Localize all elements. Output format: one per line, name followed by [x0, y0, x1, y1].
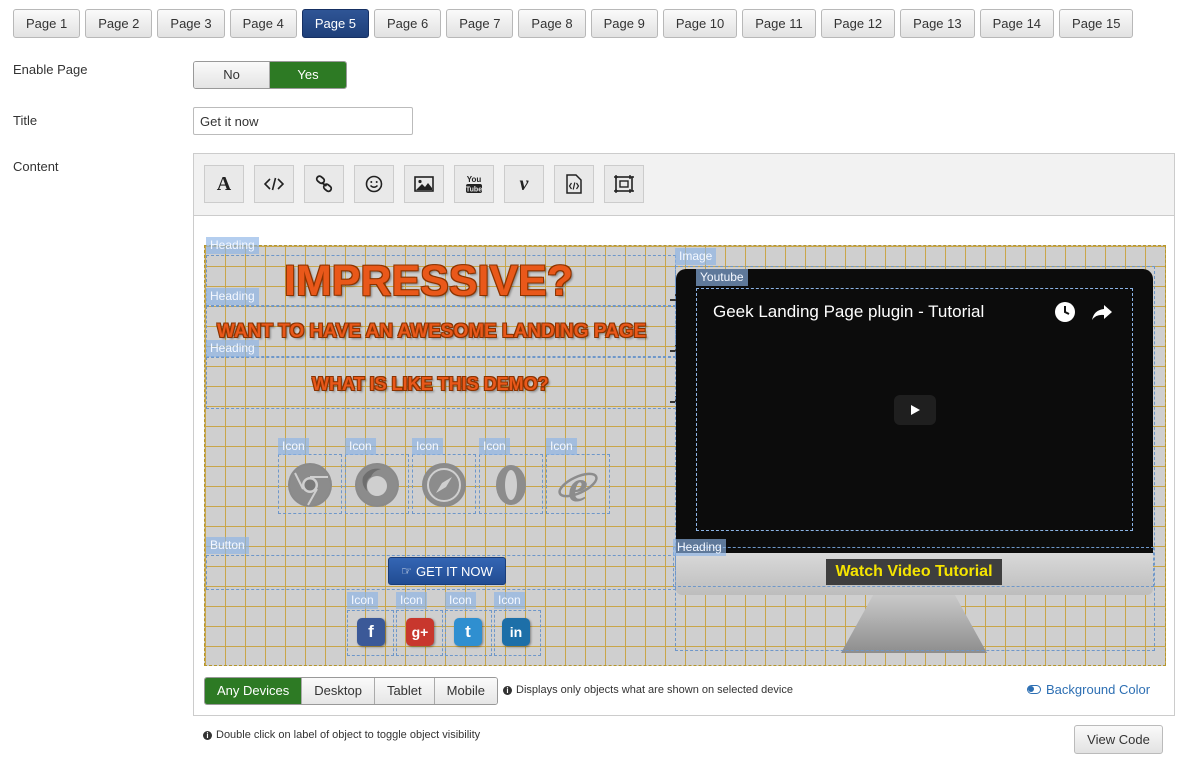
info-icon: i [503, 685, 512, 695]
heading-label-4[interactable]: Heading [673, 539, 726, 556]
footer-hint: i Double click on label of object to tog… [203, 729, 480, 741]
get-it-now-label: GET IT NOW [415, 563, 493, 579]
enable-no-button[interactable]: No [194, 62, 270, 88]
heading-demo: WHAT IS LIKE THIS DEMO? [312, 374, 549, 394]
icon-label[interactable]: Icon [445, 592, 476, 609]
tab-page-15[interactable]: Page 15 [1059, 9, 1134, 38]
svg-text:Tube: Tube [466, 187, 482, 194]
watch-later-icon[interactable] [1055, 302, 1075, 322]
frame-icon[interactable] [604, 165, 644, 203]
page-tabs: Page 1 Page 2 Page 3 Page 4 Page 5 Page … [13, 9, 1138, 38]
tab-page-10[interactable]: Page 10 [662, 9, 738, 38]
chrome-icon [288, 463, 332, 507]
google-plus-icon: g+ [406, 618, 434, 646]
device-any[interactable]: Any Devices [205, 678, 303, 704]
tab-page-7[interactable]: Page 7 [446, 9, 514, 38]
toggle-icon [1027, 685, 1041, 694]
smiley-icon[interactable] [354, 165, 394, 203]
content-label: Content [13, 159, 59, 174]
text-icon[interactable]: A [204, 165, 244, 203]
tab-page-11[interactable]: Page 11 [742, 9, 816, 38]
content-editor: A You Tube v Heading IMPRESSIVE? Heading… [193, 153, 1175, 716]
image-label[interactable]: Image [675, 248, 717, 265]
device-tablet[interactable]: Tablet [374, 678, 435, 704]
footer-hint-text: Double click on label of object to toggl… [216, 729, 481, 741]
code-icon[interactable] [254, 165, 294, 203]
heading-impressive: IMPRESSIVE? [284, 257, 574, 305]
icon-label[interactable]: Icon [396, 592, 427, 609]
linkedin-icon: in [502, 618, 530, 646]
info-icon: i [203, 730, 212, 740]
html-file-icon[interactable] [554, 165, 594, 203]
enable-yes-button[interactable]: Yes [270, 62, 346, 88]
icon-label[interactable]: Icon [546, 438, 577, 455]
opera-icon [489, 463, 533, 507]
thumbs-up-icon: ☞ [401, 564, 412, 578]
icon-label[interactable]: Icon [345, 438, 376, 455]
tab-page-8[interactable]: Page 8 [518, 9, 586, 38]
tab-page-13[interactable]: Page 13 [900, 9, 975, 38]
tab-page-2[interactable]: Page 2 [85, 9, 153, 38]
tab-page-3[interactable]: Page 3 [157, 9, 225, 38]
title-input[interactable] [193, 107, 413, 135]
enable-page-label: Enable Page [13, 62, 88, 77]
tab-page-12[interactable]: Page 12 [820, 9, 896, 38]
enable-page-toggle: No Yes [193, 61, 347, 89]
button-label[interactable]: Button [206, 537, 249, 554]
icon-label[interactable]: Icon [412, 438, 443, 455]
tab-page-1[interactable]: Page 1 [13, 9, 81, 38]
tab-page-14[interactable]: Page 14 [979, 9, 1055, 38]
firefox-icon [355, 463, 399, 507]
twitter-icon: t [454, 618, 482, 646]
device-selector: Any Devices Desktop Tablet Mobile [204, 677, 498, 705]
device-desktop[interactable]: Desktop [302, 678, 375, 704]
heading-label-3[interactable]: Heading [206, 340, 259, 357]
icon-label[interactable]: Icon [479, 438, 510, 455]
svg-text:e: e [568, 463, 588, 507]
play-button-icon[interactable] [894, 395, 936, 425]
device-info-text: Displays only objects what are shown on … [516, 684, 793, 696]
heading-label-2[interactable]: Heading [206, 288, 259, 305]
image-icon[interactable] [404, 165, 444, 203]
heading-label-1[interactable]: Heading [206, 237, 259, 254]
icon-label[interactable]: Icon [494, 592, 525, 609]
get-it-now-button[interactable]: ☞ GET IT NOW [388, 557, 506, 585]
icon-label[interactable]: Icon [347, 592, 378, 609]
icon-label[interactable]: Icon [278, 438, 309, 455]
tab-page-4[interactable]: Page 4 [229, 9, 297, 38]
svg-text:You: You [467, 175, 482, 184]
share-icon[interactable] [1091, 302, 1113, 322]
background-color-label: Background Color [1046, 682, 1151, 697]
video-title: Geek Landing Page plugin - Tutorial [713, 302, 985, 321]
watch-video-tutorial: Watch Video Tutorial [826, 559, 1002, 585]
safari-icon [422, 463, 466, 507]
device-mobile[interactable]: Mobile [434, 678, 497, 704]
view-code-button[interactable]: View Code [1074, 725, 1163, 754]
link-icon[interactable] [304, 165, 344, 203]
design-canvas[interactable]: Heading IMPRESSIVE? Heading WANT TO HAVE… [204, 237, 1166, 666]
tab-page-5[interactable]: Page 5 [301, 9, 370, 38]
device-info: i Displays only objects what are shown o… [503, 684, 793, 696]
background-color-link[interactable]: Background Color [1027, 682, 1150, 697]
ie-icon: e [556, 462, 600, 511]
vimeo-icon[interactable]: v [504, 165, 544, 203]
facebook-icon: f [357, 618, 385, 646]
youtube-icon[interactable]: You Tube [454, 165, 494, 203]
tab-page-9[interactable]: Page 9 [590, 9, 658, 38]
editor-toolbar: A You Tube v [194, 154, 1174, 216]
youtube-label[interactable]: Youtube [696, 269, 748, 286]
title-label: Title [13, 113, 38, 128]
heading-awesome-landing: WANT TO HAVE AN AWESOME LANDING PAGE [217, 321, 647, 342]
tab-page-6[interactable]: Page 6 [374, 9, 442, 38]
